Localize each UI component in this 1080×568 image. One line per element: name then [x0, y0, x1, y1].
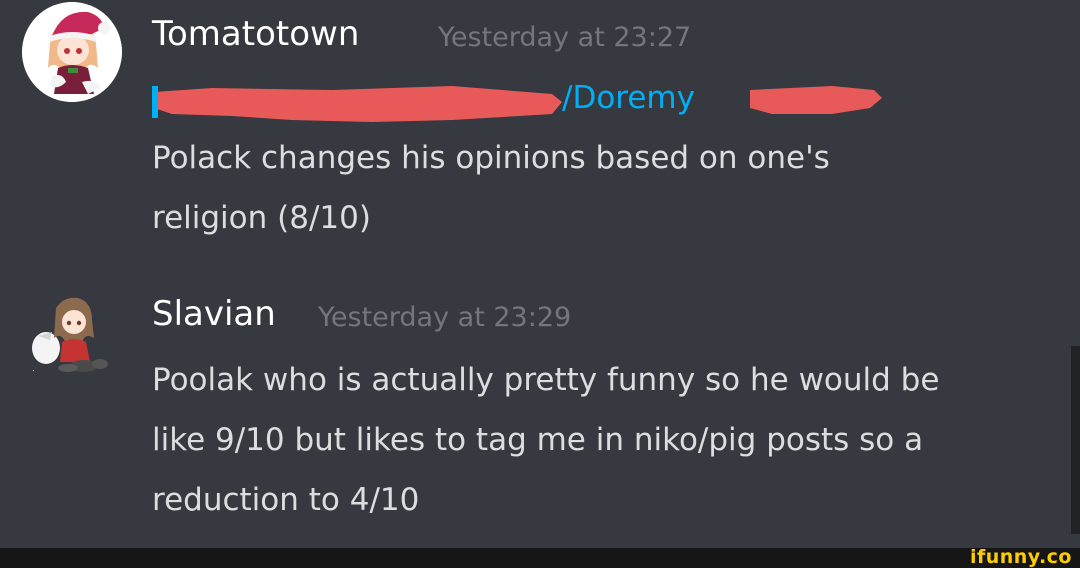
chat-scrollbar[interactable] [1071, 346, 1080, 534]
message-line: like 9/10 but likes to tag me in niko/pi… [152, 422, 924, 458]
slavian-avatar[interactable] [22, 292, 118, 388]
message-line: Poolak who is actually pretty funny so h… [152, 362, 940, 398]
message-line: Polack changes his opinions based on one… [152, 140, 830, 176]
tomatotown-timestamp: Yesterday at 23:27 [438, 22, 692, 53]
tomatotown-username[interactable]: Tomatotown [152, 14, 359, 54]
ifunny-watermark: ifunny.co [969, 546, 1072, 568]
slavian-timestamp: Yesterday at 23:29 [318, 302, 572, 333]
redaction-mark [152, 86, 882, 122]
message-tomatotown: Tomatotown Yesterday at 23:27 /Doremy Po… [0, 0, 1080, 280]
tomatotown-avatar[interactable] [22, 2, 122, 102]
message-line: religion (8/10) [152, 200, 371, 236]
slavian-username[interactable]: Slavian [152, 294, 276, 334]
sitting-anime-girl-icon [28, 297, 108, 373]
message-slavian: Slavian Yesterday at 23:29 Poolak who is… [0, 280, 1080, 550]
watermark-bar: ifunny.co [0, 546, 1080, 568]
santa-hat-anime-girl-icon [22, 2, 122, 102]
message-link[interactable]: /Doremy [152, 80, 892, 126]
message-line: reduction to 4/10 [152, 482, 420, 518]
